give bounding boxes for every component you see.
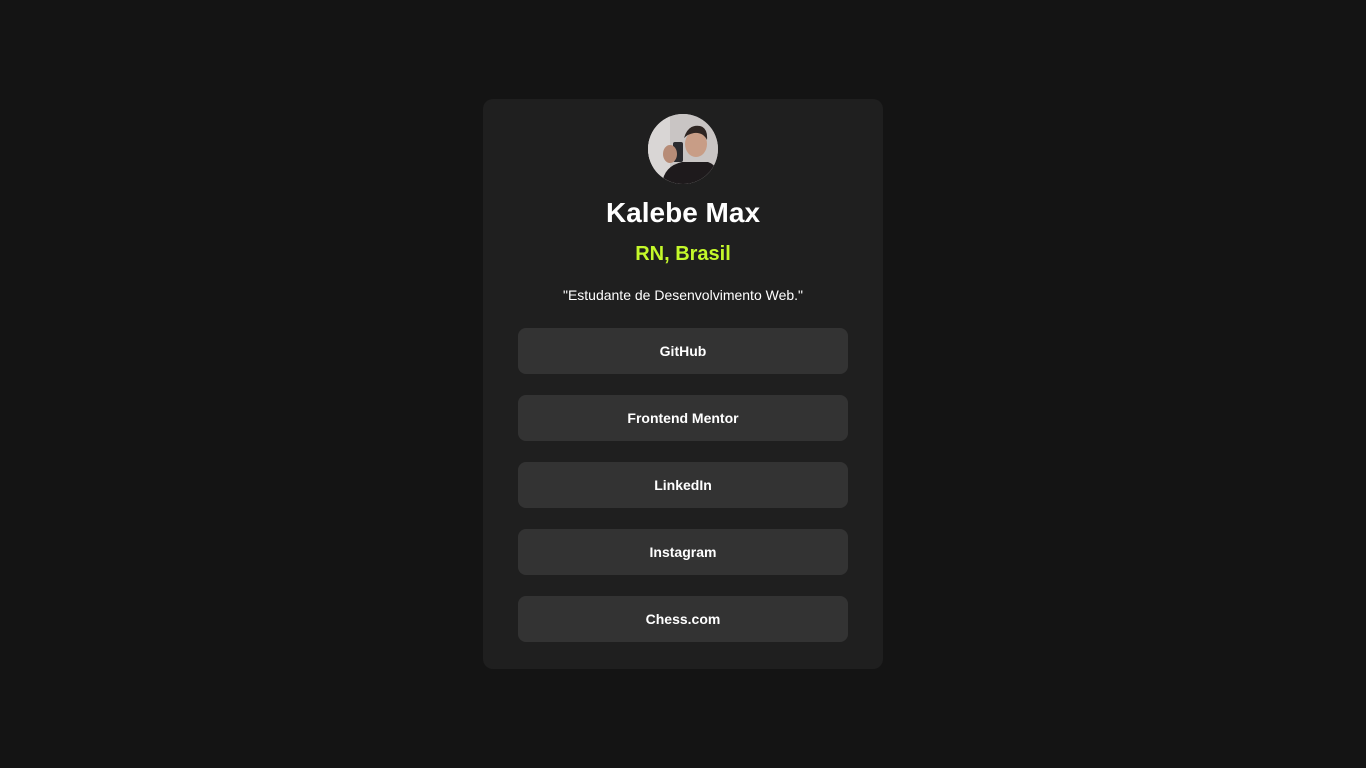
linkedin-link-button[interactable]: LinkedIn <box>518 462 848 508</box>
github-link-button[interactable]: GitHub <box>518 328 848 374</box>
instagram-link-button[interactable]: Instagram <box>518 529 848 575</box>
frontend-mentor-link-button[interactable]: Frontend Mentor <box>518 395 848 441</box>
profile-location: RN, Brasil <box>635 243 731 265</box>
profile-card: Kalebe Max RN, Brasil "Estudante de Dese… <box>483 99 883 669</box>
chess-com-link-button[interactable]: Chess.com <box>518 596 848 642</box>
avatar <box>648 114 718 184</box>
social-links-list: GitHub Frontend Mentor LinkedIn Instagra… <box>518 328 848 642</box>
profile-name: Kalebe Max <box>605 197 761 228</box>
profile-bio: "Estudante de Desenvolvimento Web." <box>562 287 804 303</box>
profile-photo-icon <box>648 114 718 184</box>
